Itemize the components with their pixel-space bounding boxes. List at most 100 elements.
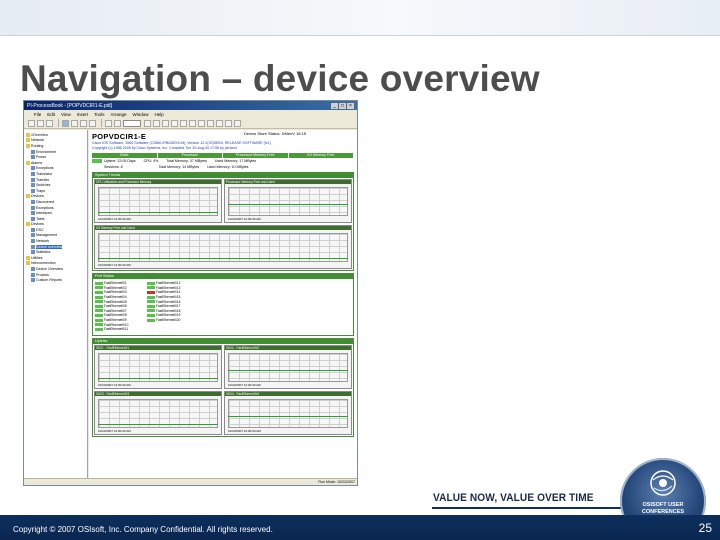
port-status-indicator (95, 304, 103, 308)
trend-chart[interactable]: Gi0/1 - FastEthernet0/1 10/23/2007 12:00:… (94, 345, 222, 389)
menu-item-file[interactable]: File (34, 112, 41, 117)
slide-title: Navigation – device overview (20, 58, 540, 99)
summary-cell: CPU: 4% (143, 159, 159, 163)
summary-header-cell: Processor Memory Free (223, 153, 288, 158)
port-status-indicator (95, 295, 103, 299)
port-label: FastEthernet0/4 (104, 295, 127, 300)
menu-item-arrange[interactable]: Arrange (111, 112, 127, 117)
folder-icon (26, 132, 30, 137)
trend-title: I/O Memory Free and Used (95, 226, 351, 230)
copy-icon[interactable] (80, 119, 87, 127)
trend-chart[interactable]: Gi0/2 - FastEthernet0/2 10/23/2007 12:00:… (224, 345, 352, 389)
symbol-tool-icon[interactable] (216, 119, 223, 127)
trend-chart[interactable]: Gi0/4 - FastEthernet0/4 10/23/2007 12:00:… (224, 391, 352, 435)
port-list: FastEthernet0/1 FastEthernet0/2 FastEthern… (93, 279, 353, 335)
arrow-tool-icon[interactable] (144, 119, 151, 127)
menu-item-view[interactable]: View (61, 112, 71, 117)
ellipse-tool-icon[interactable] (171, 119, 178, 127)
menu-item-help[interactable]: Help (155, 112, 164, 117)
tagline-rule (432, 507, 628, 509)
folder-icon (26, 143, 30, 148)
port-status-section: Port Status FastEthernet0/1 FastEthernet0… (92, 273, 354, 336)
tree-item[interactable]: Custom Reports (25, 277, 86, 283)
doc-icon (31, 267, 35, 272)
summary-row: Sessions: 8 Total Memory: 14 MBytes Used… (92, 164, 354, 170)
trend-title: Gi0/4 - FastEthernet0/4 (225, 392, 351, 396)
trend-timestamp: 10/23/2007 12:00:00 AM (228, 383, 261, 387)
value-tool-icon[interactable] (198, 119, 205, 127)
open-icon[interactable] (37, 119, 44, 127)
line-tool-icon[interactable] (153, 119, 160, 127)
trend-chart[interactable]: Gi0/3 - FastEthernet0/3 10/23/2007 12:00:… (94, 391, 222, 435)
minimize-icon[interactable]: _ (331, 102, 338, 109)
tree-item-label: Transfer (36, 177, 50, 182)
tree-item-label: Statistics (36, 250, 51, 255)
tree-item-label: Traps (36, 188, 46, 193)
trend-line (98, 212, 218, 213)
folder-icon (26, 138, 30, 143)
doc-icon (31, 227, 35, 232)
tree-item-label: Device overview (36, 244, 63, 249)
paste-icon[interactable] (89, 119, 96, 127)
trend-title: Gi0/1 - FastEthernet0/1 (95, 346, 221, 350)
doc-icon (31, 205, 35, 210)
port-status-indicator (95, 323, 103, 327)
trend-chart[interactable]: CPU Utilization and Processor Memory 10/2… (94, 179, 222, 223)
port-label: FastEthernet0/3 (104, 290, 127, 295)
run-icon[interactable] (105, 119, 112, 127)
trend-title: Processor Memory Free and Used (225, 180, 351, 184)
help-icon[interactable] (234, 119, 241, 127)
folder-icon (26, 255, 30, 260)
doc-icon (31, 278, 35, 283)
summary-cell: Total Memory: 14 MBytes (158, 165, 200, 169)
save-icon[interactable] (46, 119, 53, 127)
port-status-indicator (95, 281, 103, 285)
port-row[interactable]: FastEthernet0/20 (147, 318, 180, 323)
menu-item-tools[interactable]: Tools (94, 112, 105, 117)
tree-item-label: Discovered (36, 199, 54, 204)
port-label: FastEthernet0/17 (156, 304, 181, 309)
zoom-select[interactable] (123, 119, 141, 127)
processbook-window: PI-ProcessBook - [POPVDCIR1-E.pdi] _ □ ×… (23, 100, 358, 486)
maximize-icon[interactable]: □ (339, 102, 346, 109)
trend-plot-area (228, 187, 348, 216)
cut-icon[interactable] (71, 119, 78, 127)
uplink-chart-grid: Gi0/1 - FastEthernet0/1 10/23/2007 12:00:… (93, 344, 353, 436)
text-tool-icon[interactable] (180, 119, 187, 127)
build-icon[interactable] (114, 119, 121, 127)
doc-icon (31, 149, 35, 154)
bar-tool-icon[interactable] (207, 119, 214, 127)
port-status-indicator (147, 290, 155, 294)
doc-icon (31, 171, 35, 176)
port-status-indicator (147, 300, 155, 304)
menu-item-insert[interactable]: Insert (77, 112, 88, 117)
menu-item-window[interactable]: Window (133, 112, 149, 117)
print-icon[interactable] (62, 119, 69, 127)
port-label: FastEthernet0/8 (104, 313, 127, 318)
port-label: FastEthernet0/9 (104, 318, 127, 323)
trend-line (98, 258, 348, 259)
port-column: FastEthernet0/12 FastEthernet0/13 FastEthe… (147, 281, 180, 322)
button-tool-icon[interactable] (225, 119, 232, 127)
trend-tool-icon[interactable] (189, 119, 196, 127)
port-status-indicator (147, 309, 155, 313)
rect-tool-icon[interactable] (162, 119, 169, 127)
tree-item-label: Power (36, 155, 47, 160)
folder-icon (26, 194, 30, 199)
port-label: FastEthernet0/11 (104, 327, 129, 332)
new-icon[interactable] (28, 119, 35, 127)
globe-icon (650, 470, 676, 496)
close-icon[interactable]: × (347, 102, 354, 109)
trend-chart[interactable]: Processor Memory Free and Used 10/23/2007… (224, 179, 352, 223)
summary-cell: Sessions: 8 (104, 165, 123, 169)
window-titlebar: PI-ProcessBook - [POPVDCIR1-E.pdi] _ □ × (24, 101, 357, 110)
system-chart-grid: CPU Utilization and Processor Memory 10/2… (93, 178, 353, 270)
tree-item-label: Routing (31, 143, 44, 148)
trend-title: Gi0/3 - FastEthernet0/3 (95, 392, 221, 396)
tree-item-label: Switches (36, 183, 51, 188)
menu-item-edit[interactable]: Edit (47, 112, 55, 117)
doc-icon (31, 216, 35, 221)
slide-top-band (0, 0, 720, 36)
trend-chart[interactable]: I/O Memory Free and Used 10/23/2007 12:00… (94, 225, 352, 269)
port-row[interactable]: FastEthernet0/11 (95, 327, 128, 332)
